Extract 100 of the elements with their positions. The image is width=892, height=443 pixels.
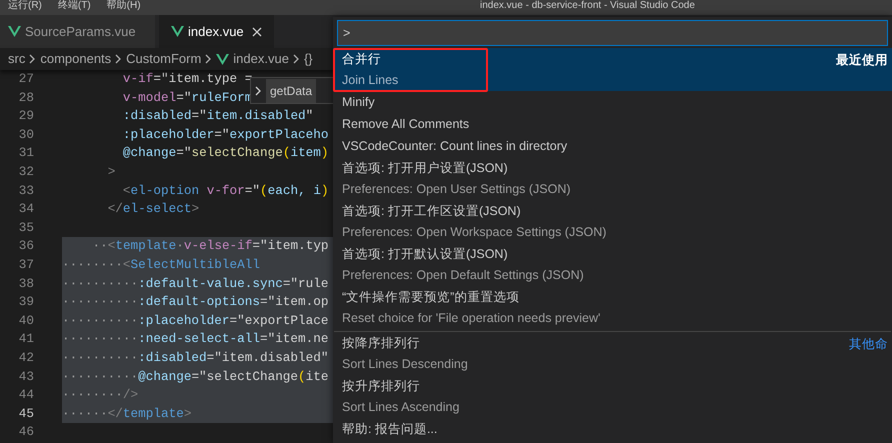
code-token: ="item.ne [260,330,328,348]
code-token: =" [191,107,207,126]
code-token: v-for [206,182,245,200]
breadcrumb-item[interactable]: {} [304,49,313,69]
chevron-right-icon [205,54,212,64]
code-token: el-select [122,200,192,218]
line-number: 36 [18,237,34,256]
code-token: ······</ [62,404,123,423]
code-token: ="exportPlace [230,312,328,330]
code-token: ="rule [282,274,328,293]
code-token: =" [244,182,260,200]
suggestion-label[interactable]: getData [266,78,316,102]
code-token: =" [176,144,192,162]
code-token: ="item.op [260,293,328,312]
command-item[interactable]: Remove All Comments [333,113,892,135]
command-item[interactable]: 合并行 Join Lines 最近使用 [333,48,892,91]
breadcrumb-item[interactable]: src [8,49,26,69]
command-item[interactable]: 按降序排列行 Sort Lines Descending 其他命 [333,332,892,375]
command-input[interactable]: > [337,20,888,46]
line-number: 41 [18,330,34,348]
code-token: ··········:default-options [62,293,260,312]
line-number: 32 [18,162,34,181]
code-token: ) [320,144,329,162]
command-item[interactable]: 首选项: 打开用户设置(JSON) Preferences: Open User Settings (JSON) [333,157,892,200]
code-token: ········/> [62,386,138,404]
code-token: ( [298,368,306,386]
other-commands-link[interactable]: 其他命 [849,334,888,355]
line-number: 42 [18,348,34,367]
editor-tab[interactable]: index.vue [159,15,274,48]
chevron-right-icon [115,54,122,64]
command-item[interactable]: 帮助: 报告问题... [333,418,892,440]
breadcrumb-item[interactable]: CustomForm [126,49,202,69]
close-icon[interactable] [252,26,262,36]
menu-item[interactable]: 终端(T) [58,0,91,11]
line-number: 45 [18,404,34,423]
chevron-right-icon [292,54,300,64]
code-token: SelectMultibleAll [130,256,260,274]
command-item[interactable]: “文件操作需要预览”的重置选项 Reset choice for 'File operation needs preview' [333,286,892,329]
line-number: 37 [18,256,34,274]
code-token: =" [214,126,230,144]
code-token: ( [260,182,268,200]
line-number: 38 [18,274,34,293]
editor-tab[interactable]: SourceParams.vue [0,15,155,48]
line-number: 40 [18,312,34,330]
line-number: 27 [18,70,34,88]
code-token: item.disabled [206,107,306,126]
code-token: item [290,144,321,162]
line-number: 33 [18,182,34,200]
vue-logo-icon [8,26,21,37]
code-token: ite [306,368,328,386]
code-token: ) [320,182,329,200]
code-token: ········< [62,256,131,274]
breadcrumb-item[interactable]: index.vue [233,49,289,69]
window-title: index.vue - db-service-front - Visual Studio Code [480,0,695,11]
code-token: v-if [122,70,154,88]
command-item[interactable]: 首选项: 打开默认设置(JSON) Preferences: Open Default Settings (JSON) [333,243,892,286]
code-token: > [191,200,200,218]
code-token: each, i [268,182,321,200]
command-item[interactable]: 按升序排列行 Sort Lines Ascending [333,375,892,418]
code-token: ··········:default-value.sync [62,274,283,293]
code-token: > [106,162,116,181]
line-number: 29 [18,107,34,126]
line-number: 31 [18,144,34,162]
code-token: ··< [91,237,116,256]
recently-used-label: 最近使用 [836,52,888,69]
code-token: template [122,404,184,423]
vue-logo-icon [216,54,230,64]
line-number: 39 [18,293,34,312]
command-item[interactable]: 首选项: 打开工作区设置(JSON) Preferences: Open Workspace Settings (JSON) [333,200,892,243]
code-token: template [115,237,176,256]
breadcrumb-item[interactable]: components [40,49,112,69]
code-token: selectChange [191,144,283,162]
line-number: 46 [18,423,34,442]
code-token: ( [282,144,290,162]
vue-logo-icon [171,26,184,37]
code-token: " [306,107,314,126]
command-item[interactable]: VSCodeCounter: Count lines in directory [333,135,892,157]
code-token: ··········:disabled [62,348,207,367]
code-token: =" [176,88,192,107]
line-number: 28 [18,88,34,107]
code-token: el-option [130,182,200,200]
code-token: ··········:placeholder [62,312,230,330]
code-token: > [184,404,192,423]
code-token: ="item.disabled" [206,348,328,367]
line-number: 35 [18,218,34,237]
line-number: 43 [18,368,34,386]
code-token: ··········@change [62,368,192,386]
code-token: ·v-else-if [176,237,252,256]
code-token: :disabled [122,107,192,126]
menu-item[interactable]: 运行(R) [8,0,42,11]
code-token: ="item.typ [252,237,329,256]
chevron-right-icon [255,86,262,96]
menu-item[interactable]: 帮助(H) [106,0,141,11]
code-token: </ [106,200,123,218]
command-item[interactable]: Minify [333,91,892,113]
code-token: < [122,182,131,200]
code-token: :placeholder [122,126,214,144]
code-token: ··········:need-select-all [62,330,260,348]
code-token: exportPlaceho [230,126,329,144]
line-number: 34 [18,200,34,218]
